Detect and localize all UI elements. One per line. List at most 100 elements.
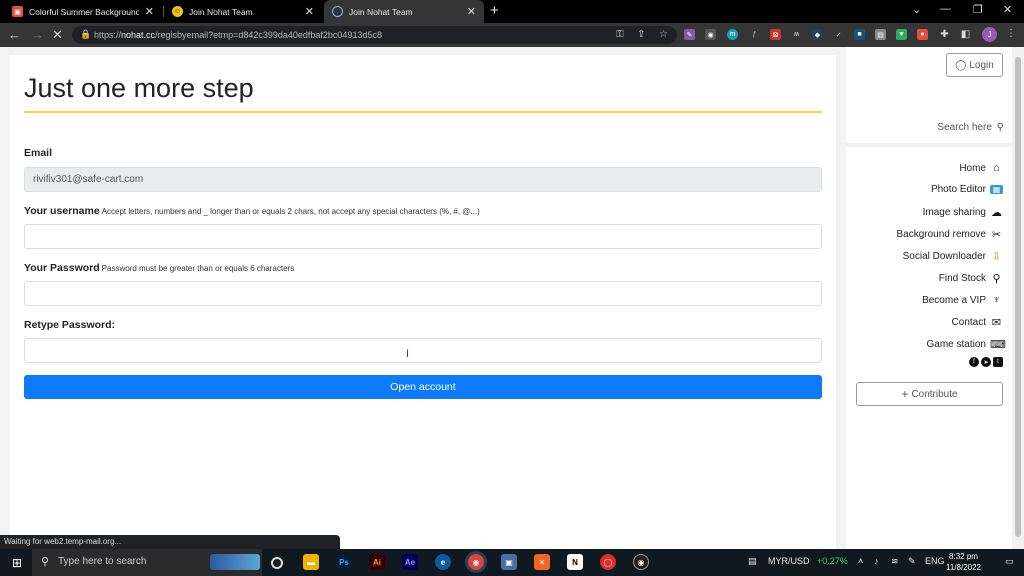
sidebar-search[interactable]: Search here ⚲ bbox=[937, 122, 1004, 133]
edge-icon[interactable]: e bbox=[435, 554, 451, 570]
file-explorer-icon[interactable]: ▬ bbox=[303, 554, 319, 570]
sidebar-item-contact[interactable]: Contact ✉ bbox=[952, 316, 1003, 329]
new-tab-icon[interactable]: + bbox=[490, 2, 499, 19]
shield-extension-icon[interactable]: ▼ bbox=[896, 29, 907, 40]
extension-icon[interactable]: ◆ bbox=[812, 29, 823, 40]
photoshop-icon[interactable]: Ps bbox=[336, 554, 352, 570]
tab-search-chevron-icon[interactable]: ⌄ bbox=[912, 3, 921, 16]
cortana-icon[interactable] bbox=[271, 557, 283, 569]
chevron-up-icon[interactable]: ˄ bbox=[858, 556, 863, 566]
url-text: https://nohat.cc/regisbyemail?etmp=d842c… bbox=[94, 30, 382, 40]
scrollbar-thumb[interactable] bbox=[1015, 57, 1021, 537]
sidebar-item-background-remove[interactable]: Background remove ✂ bbox=[897, 228, 1004, 241]
site-favicon-icon: ▣ bbox=[12, 6, 23, 17]
windows-start-icon[interactable]: ⊞ bbox=[12, 556, 22, 570]
wifi-icon[interactable]: ≋ bbox=[891, 556, 899, 567]
home-icon: ⌂ bbox=[993, 162, 1000, 174]
after-effects-icon[interactable]: Ae bbox=[402, 554, 418, 570]
currency-pair[interactable]: MYR/USD bbox=[768, 556, 810, 566]
windows-taskbar: ⊞ ⚲ Type here to search ▬ Ps Ai Ae e ◉ ▣… bbox=[0, 549, 1024, 576]
extension-icon[interactable]: ⊠ bbox=[770, 29, 781, 40]
sidebar-item-social-downloader[interactable]: Social Downloader ⇩ bbox=[903, 250, 1003, 263]
profile-avatar[interactable]: J bbox=[982, 27, 997, 42]
sidebar-item-label: Photo Editor bbox=[930, 184, 986, 195]
app-icon[interactable]: ◯ bbox=[600, 554, 616, 570]
twitter-icon[interactable]: t bbox=[993, 357, 1003, 367]
contribute-button[interactable]: + Contribute bbox=[856, 382, 1003, 406]
register-form-card: Just one more step Email Your usernameAc… bbox=[10, 55, 836, 549]
extension-icon[interactable]: m bbox=[727, 29, 738, 40]
email-field[interactable] bbox=[24, 167, 822, 192]
app-icon[interactable]: ✕ bbox=[534, 554, 550, 570]
password-input[interactable] bbox=[24, 281, 822, 306]
retype-password-input[interactable] bbox=[24, 338, 822, 363]
sidebar-item-home[interactable]: Home ⌂ bbox=[959, 162, 1003, 174]
open-account-button[interactable]: Open account bbox=[24, 375, 822, 399]
sidebar-item-image-sharing[interactable]: Image sharing ☁ bbox=[923, 206, 1003, 219]
extension-icon[interactable]: ▤ bbox=[875, 29, 886, 40]
bookmark-star-icon[interactable]: ☆ bbox=[659, 29, 668, 40]
clock-time: 8:32 pm bbox=[949, 552, 978, 561]
stop-loading-icon[interactable]: ✕ bbox=[52, 27, 63, 43]
close-tab-icon[interactable]: ✕ bbox=[467, 5, 476, 18]
sidebar-item-photo-editor[interactable]: Photo Editor ▦ bbox=[931, 184, 1003, 195]
page-content: Just one more step Email Your usernameAc… bbox=[0, 47, 1024, 549]
forward-icon[interactable]: → bbox=[31, 27, 44, 42]
tab-title: Join Nohat Team bbox=[189, 6, 253, 17]
restore-icon[interactable]: ❐ bbox=[973, 3, 983, 16]
photo-editor-icon: ▦ bbox=[990, 185, 1003, 194]
sidebar-item-label: Contact bbox=[951, 317, 986, 328]
loading-spinner-icon bbox=[332, 6, 343, 17]
chrome-icon[interactable]: ◉ bbox=[468, 554, 484, 570]
sidebar-item-game-station[interactable]: Game station ⌨ bbox=[927, 338, 1006, 351]
back-icon[interactable]: ← bbox=[8, 27, 21, 42]
sidebar-panel-icon[interactable]: ◧ bbox=[960, 29, 971, 40]
notification-icon[interactable]: ▭ bbox=[1005, 556, 1014, 567]
minimize-icon[interactable]: — bbox=[940, 3, 951, 15]
system-clock[interactable]: 8:32 pm 11/8/2022 bbox=[946, 551, 981, 573]
tab-join-nohat-active[interactable]: Join Nohat Team ✕ bbox=[324, 0, 484, 23]
volume-icon[interactable]: ♪ bbox=[874, 556, 879, 566]
currency-change: +0.27% bbox=[817, 556, 848, 566]
pen-icon[interactable]: ✎ bbox=[908, 556, 916, 567]
tab-join-nohat-1[interactable]: ☺ Join Nohat Team ✕ bbox=[164, 0, 322, 23]
sidebar-item-label: Home bbox=[959, 162, 986, 174]
weather-widget-icon[interactable] bbox=[210, 554, 260, 570]
key-icon[interactable]: ⚿ bbox=[616, 29, 624, 40]
close-window-icon[interactable]: ✕ bbox=[1003, 3, 1012, 16]
illustrator-icon[interactable]: Ai bbox=[369, 554, 385, 570]
sidebar-item-find-stock[interactable]: Find Stock ⚲ bbox=[939, 272, 1003, 285]
login-button[interactable]: ◯ Login bbox=[946, 53, 1003, 77]
extension-icon[interactable]: ʍ bbox=[791, 29, 802, 40]
search-icon: ⚲ bbox=[996, 122, 1004, 133]
tab-colorful-summer[interactable]: ▣ Colorful Summer Background Le ✕ bbox=[4, 0, 162, 23]
telegram-icon[interactable]: ➤ bbox=[981, 357, 991, 367]
sidebar-item-become-vip[interactable]: Become a VIP ♆ bbox=[922, 294, 1003, 306]
address-bar[interactable]: 🔒 https://nohat.cc/regisbyemail?etmp=d84… bbox=[72, 26, 677, 44]
facebook-icon[interactable]: f bbox=[969, 357, 979, 367]
language-indicator[interactable]: ENG bbox=[925, 556, 945, 566]
username-input[interactable] bbox=[24, 224, 822, 249]
extension-icon[interactable]: ƒ bbox=[749, 29, 760, 40]
close-tab-icon[interactable]: ✕ bbox=[145, 5, 154, 18]
page-scrollbar[interactable] bbox=[1012, 47, 1024, 549]
puzzle-icon[interactable]: ✚ bbox=[939, 29, 950, 40]
app-icon[interactable]: ▣ bbox=[501, 554, 517, 570]
social-links: f ➤ t bbox=[969, 357, 1003, 367]
sidebar-item-label: Image sharing bbox=[922, 207, 986, 218]
search-icon: ⚲ bbox=[992, 273, 1001, 285]
username-hint: Accept letters, numbers and _ longer tha… bbox=[101, 207, 480, 216]
extension-icon[interactable]: ✎ bbox=[684, 29, 695, 40]
share-icon[interactable]: ⇪ bbox=[637, 29, 645, 40]
camera-extension-icon[interactable]: ◉ bbox=[705, 29, 716, 40]
extension-icon[interactable]: ■ bbox=[854, 29, 865, 40]
close-tab-icon[interactable]: ✕ bbox=[305, 5, 314, 18]
extension-icon[interactable]: ● bbox=[917, 29, 928, 40]
contribute-label: Contribute bbox=[911, 388, 958, 400]
check-extension-icon[interactable]: ✓ bbox=[833, 29, 844, 40]
sidebar-item-label: Find Stock bbox=[938, 273, 986, 284]
gamepad-icon: ⌨ bbox=[990, 339, 1006, 351]
notion-icon[interactable]: N bbox=[567, 554, 583, 570]
obs-icon[interactable]: ◉ bbox=[633, 554, 649, 570]
browser-menu-icon[interactable]: ⋮ bbox=[1006, 28, 1016, 39]
